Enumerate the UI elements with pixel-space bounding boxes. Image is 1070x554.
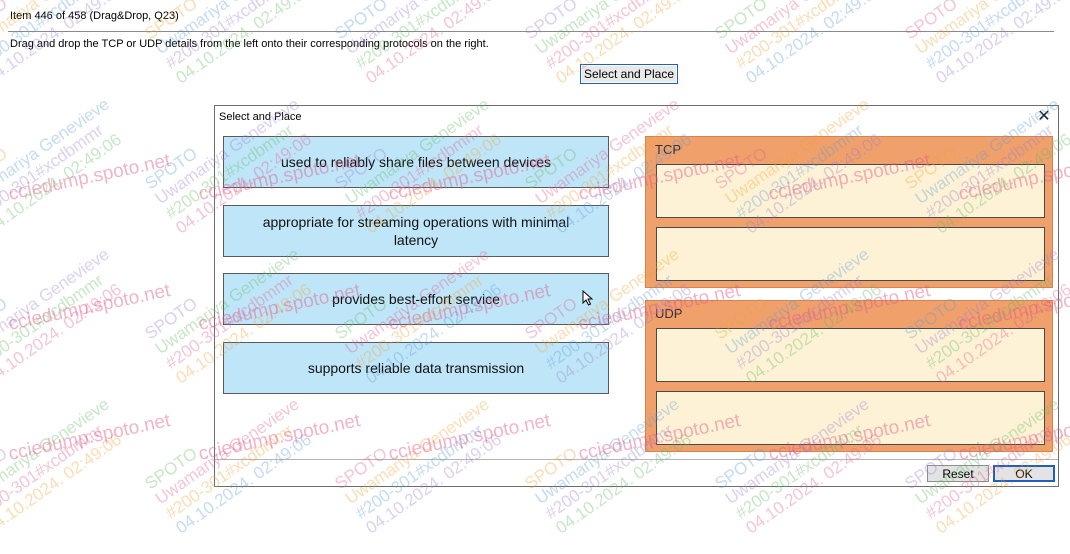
watermark-text: #200-301#xcdbmmr [0,120,107,222]
watermark-text: #200-301#xcdbmmr [922,0,1057,73]
watermark-text: SPOTO [331,0,390,43]
watermark-text: SPOTO [711,0,770,43]
watermark-stamp: SPOTOUwamariya Genevieve#200-301#xcdbmmr… [0,94,125,238]
watermark-stamp: SPOTOUwamariya Genevieve#200-301#xcdbmmr… [711,0,885,88]
udp-drop-slot-1[interactable] [656,328,1045,382]
watermark-text: SPOTO [0,144,11,194]
watermark-text: #200-301#xcdbmmr [0,270,107,372]
watermark-site-text: cciedump.spoto.net [7,280,173,335]
source-item-streaming[interactable]: appropriate for streaming operations wit… [223,205,609,257]
watermark-text: 04.10.2024. 02:49:06 [0,130,125,238]
udp-drop-slot-2[interactable] [656,391,1045,445]
watermark-text: 04.10.2024. 02:49:06 [932,0,1070,88]
tcp-panel: TCP [645,136,1053,288]
watermark-text: SPOTO [521,0,580,43]
watermark-text: SPOTO [0,294,11,344]
watermark-text: Uwamariya Genevieve [912,0,1063,58]
watermark-text: Uwamariya Genevieve [0,94,113,208]
mouse-pointer-icon [582,290,594,306]
watermark-stamp: SPOTOUwamariya Genevieve#200-301#xcdbmmr… [0,244,125,388]
watermark-stamp: SPOTOUwamariya Genevieve#200-301#xcdbmmr… [0,394,125,538]
ok-button[interactable]: OK [993,465,1055,482]
tcp-drop-slot-1[interactable] [656,164,1045,218]
watermark-site-text: cciedump.spoto.net [7,150,173,205]
select-and-place-button[interactable]: Select and Place [580,64,678,84]
watermark-text: #200-301#xcdbmmr [542,0,677,73]
tcp-label: TCP [655,142,681,157]
tcp-drop-slot-2[interactable] [656,227,1045,281]
dialog-title: Select and Place [219,111,302,123]
watermark-stamp: SPOTOUwamariya Genevieve#200-301#xcdbmmr… [901,0,1070,88]
watermark-text: SPOTO [0,444,11,494]
watermark-site-text: cciedump.spoto.net [7,410,173,465]
watermark-text: SPOTO [141,444,200,494]
udp-label: UDP [655,306,683,321]
watermark-text: Uwamariya Genevieve [0,394,113,508]
watermark-text: Uwamariya Genevieve [722,0,873,58]
watermark-text: SPOTO [141,144,200,194]
source-item-reliable-transmission[interactable]: supports reliable data transmission [223,342,609,394]
item-counter: Item 446 of 458 (Drag&Drop, Q23) [10,10,179,22]
source-item-best-effort[interactable]: provides best-effort service [223,273,609,325]
select-and-place-dialog: Select and Place ✕ used to reliably shar… [214,105,1059,487]
dialog-footer-divider [215,459,1058,460]
close-icon[interactable]: ✕ [1036,109,1052,125]
watermark-text: #200-301#xcdbmmr [162,0,297,73]
watermark-text: 04.10.2024. 02:49:06 [742,0,885,88]
watermark-text: #200-301#xcdbmmr [732,0,867,73]
watermark-text: #200-301#xcdbmmr [0,420,107,522]
watermark-text: 04.10.2024. 02:49:06 [0,430,125,538]
watermark-text: SPOTO [141,294,200,344]
reset-button[interactable]: Reset [927,465,989,482]
udp-panel: UDP [645,300,1053,452]
question-instructions: Drag and drop the TCP or UDP details fro… [10,38,489,50]
watermark-text: 04.10.2024. 02:49:06 [0,280,125,388]
watermark-text: Uwamariya Genevieve [0,244,113,358]
watermark-text: #200-301#xcdbmmr [352,0,487,73]
watermark-text: Uwamariya Genevieve [532,0,683,58]
watermark-text: SPOTO [901,0,960,43]
header-divider [8,31,1054,32]
source-item-share-files[interactable]: used to reliably share files between dev… [223,136,609,188]
